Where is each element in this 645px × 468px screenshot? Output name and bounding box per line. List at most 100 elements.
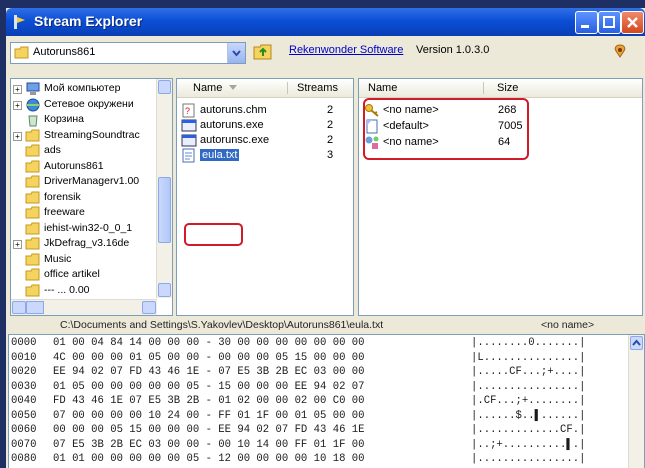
tree-item-label: Корзина (44, 113, 84, 125)
chevron-up-icon (632, 339, 641, 346)
up-folder-icon[interactable] (252, 42, 274, 62)
file-row[interactable]: ? autoruns.chm 2 (181, 103, 351, 118)
folder-combo[interactable]: Autoruns861 (10, 42, 246, 64)
about-icon[interactable] (612, 43, 628, 59)
column-streams[interactable]: Streams (297, 82, 338, 94)
tree-item-label: DriverManagerv1.00 (44, 175, 140, 187)
scroll-up-button[interactable] (158, 80, 171, 94)
close-button[interactable] (621, 11, 644, 34)
hex-row: 0020 EE 94 02 07 FD 43 46 1E - 07 E5 3B 2… (9, 366, 624, 379)
stream-list[interactable]: Name Size <no name> 268 <default> 7005 <no n… (358, 78, 643, 316)
folder-icon (25, 191, 41, 207)
hex-ascii: |.CF...;+........| (471, 395, 586, 407)
tree-item-label: ads (44, 144, 61, 156)
minimize-button[interactable] (575, 11, 598, 34)
hex-offset: 0000 (11, 337, 37, 349)
tree-item-label: forensik (44, 190, 81, 203)
file-name: eula.txt (200, 149, 240, 161)
column-name[interactable]: Name (193, 82, 222, 94)
hex-offset: 0030 (11, 380, 37, 393)
folder-tree[interactable]: + Мой компьютер + Сетевое окружени Корзина + S… (10, 78, 173, 316)
maximize-button[interactable] (598, 11, 621, 34)
folder-icon (25, 144, 41, 160)
hex-ascii: |......$..▌......| (471, 409, 586, 422)
hex-row: 0070 07 E5 3B 2B EC 03 00 00 - 00 10 14 0… (9, 439, 624, 452)
combo-dropdown-button[interactable] (227, 43, 245, 63)
hex-bytes: 00 00 00 05 15 00 00 00 - EE 94 02 07 FD… (53, 424, 365, 436)
hex-bytes: FD 43 46 1E 07 E5 3B 2B - 01 02 00 00 02… (53, 395, 365, 407)
selected-stream-name: <no name> (541, 319, 595, 331)
column-stream-name[interactable]: Name (368, 82, 397, 94)
hex-scrollbar[interactable] (628, 335, 644, 468)
hex-ascii: |..;+..........▌.| (471, 438, 586, 451)
status-bar: C:\Documents and Settings\S.Yakovlev\Des… (10, 319, 641, 333)
folder-icon (25, 253, 41, 269)
hex-bytes: 01 05 00 00 00 00 00 05 - 15 00 00 00 EE… (53, 380, 365, 393)
file-row[interactable]: autoruns.exe 2 (181, 118, 351, 133)
hex-offset: 0040 (11, 395, 37, 407)
expand-toggle[interactable]: + (13, 240, 22, 249)
expand-toggle[interactable]: + (13, 85, 22, 94)
hex-offset: 0050 (11, 409, 37, 422)
scroll-left-button[interactable] (12, 301, 26, 314)
tree-item-label: JkDefrag_v3.16de (44, 237, 130, 249)
scroll-up-button[interactable] (630, 336, 643, 350)
folder-icon (25, 160, 41, 176)
close-icon (627, 17, 638, 28)
stream-explorer-window: Stream Explorer Autoruns861 Rekenwonder … (6, 8, 645, 468)
hex-ascii: |................| (471, 453, 586, 465)
hex-bytes: 01 01 00 00 00 00 00 05 - 12 00 00 00 00… (53, 453, 365, 465)
hex-bytes: 4C 00 00 00 01 05 00 00 - 00 00 00 05 15… (53, 351, 365, 364)
hex-bytes: 01 00 04 84 14 00 00 00 - 30 00 00 00 00… (53, 337, 365, 349)
folder-icon (25, 206, 41, 222)
folder-combo-value: Autoruns861 (33, 46, 96, 58)
version-label: Version 1.0.3.0 (416, 44, 490, 56)
svg-text:?: ? (185, 106, 190, 116)
tree-horizontal-scrollbar[interactable] (11, 299, 157, 315)
recycle-bin-icon (25, 113, 41, 130)
network-icon (25, 98, 41, 115)
hex-row: 0050 07 00 00 00 00 10 24 00 - FF 01 1F 0… (9, 410, 624, 423)
sort-down-icon (229, 85, 237, 90)
streams-highlight-box (363, 98, 529, 160)
rekenwonder-link[interactable]: Rekenwonder Software (289, 44, 403, 56)
file-row[interactable]: eula.txt 3 (181, 148, 351, 163)
computer-icon (25, 82, 41, 99)
app-icon (14, 15, 25, 29)
expand-toggle[interactable]: + (13, 100, 22, 110)
folder-icon (14, 46, 29, 59)
file-row[interactable]: autorunsc.exe 2 (181, 133, 351, 148)
hex-view[interactable]: 0000 01 00 04 84 14 00 00 00 - 30 00 00 0… (8, 334, 645, 468)
tree-item-label: --- ... 0.00 (44, 283, 90, 296)
tree-item-label: StreamingSoundtrac (44, 128, 140, 141)
text-file-icon (181, 148, 197, 166)
window-title: Stream Explorer (34, 13, 143, 29)
hex-ascii: |L...............| (471, 351, 586, 364)
hex-row: 0000 01 00 04 84 14 00 00 00 - 30 00 00 0… (9, 337, 624, 350)
tree-item-label: Music (44, 252, 72, 265)
minimize-icon (581, 25, 589, 28)
scroll-thumb[interactable] (158, 177, 171, 243)
tree-vertical-scrollbar[interactable] (156, 79, 172, 298)
hex-bytes: EE 94 02 07 FD 43 46 1E - 07 E5 3B 2B EC… (53, 366, 365, 378)
hex-ascii: |........0.......| (471, 337, 586, 349)
folder-icon (25, 268, 41, 284)
hex-offset: 0060 (11, 424, 37, 436)
title-bar[interactable]: Stream Explorer (6, 8, 645, 36)
chevron-down-icon (232, 50, 241, 57)
scroll-right-button[interactable] (142, 301, 156, 314)
folder-icon (25, 175, 41, 191)
column-size[interactable]: Size (497, 82, 518, 94)
tree-item-label: office artikel (44, 268, 100, 280)
file-name: autoruns.exe (200, 119, 264, 131)
file-name: autorunsc.exe (200, 134, 270, 146)
hex-offset: 0070 (11, 438, 37, 451)
scroll-down-button[interactable] (158, 283, 171, 297)
tree-item-label: freeware (44, 206, 85, 218)
tree-item-label: Сетевое окружени (44, 97, 134, 110)
stream-list-header: Name Size (359, 79, 642, 98)
file-list[interactable]: Name Streams ? autoruns.chm 2 autoruns.exe 2… (176, 78, 354, 316)
expand-toggle[interactable]: + (13, 131, 22, 141)
scroll-thumb[interactable] (26, 301, 44, 314)
hex-offset: 0010 (11, 351, 37, 364)
